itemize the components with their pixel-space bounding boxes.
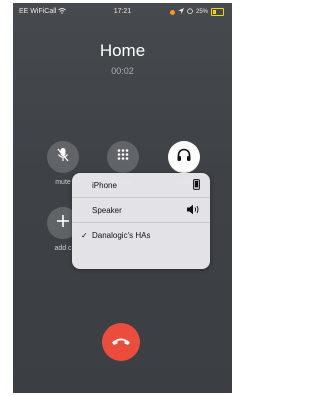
- menu-item-label: iPhone: [92, 180, 117, 190]
- alarm-icon: [187, 8, 193, 16]
- status-right: 25%: [169, 8, 224, 16]
- mute-circle[interactable]: [47, 141, 79, 173]
- keypad-circle[interactable]: [107, 141, 139, 173]
- audio-route-menu: iPhone Speaker ✓ Danalogic's HAs: [72, 173, 210, 269]
- menu-item-hearing-aids[interactable]: ✓ Danalogic's HAs: [72, 223, 210, 247]
- end-call-icon: [111, 333, 131, 351]
- audio-circle[interactable]: [168, 141, 200, 173]
- keypad-icon: [116, 148, 130, 167]
- plus-icon: [56, 214, 70, 233]
- menu-item-speaker[interactable]: Speaker: [72, 198, 210, 222]
- headphones-icon: [176, 147, 192, 168]
- menu-item-label: Speaker: [92, 205, 122, 215]
- orange-dot-icon: [169, 9, 175, 15]
- status-bar: EE WiFiCall 17:21 25%: [13, 7, 232, 19]
- phone-icon: [193, 179, 200, 192]
- contact-name: Home: [99, 41, 146, 60]
- call-screen: EE WiFiCall 17:21 25% Home 00:02 mute ad…: [13, 3, 232, 393]
- checkmark-icon: ✓: [81, 230, 88, 240]
- battery-icon: [211, 8, 224, 16]
- end-call-button[interactable]: [102, 323, 140, 361]
- call-duration: 00:02: [111, 66, 134, 76]
- location-icon: [177, 8, 184, 16]
- menu-item-label: Danalogic's HAs: [92, 230, 151, 240]
- mic-off-icon: [56, 147, 70, 168]
- battery-percent: 25%: [195, 9, 208, 15]
- speaker-icon: [186, 204, 200, 217]
- menu-item-iphone[interactable]: iPhone: [72, 173, 210, 197]
